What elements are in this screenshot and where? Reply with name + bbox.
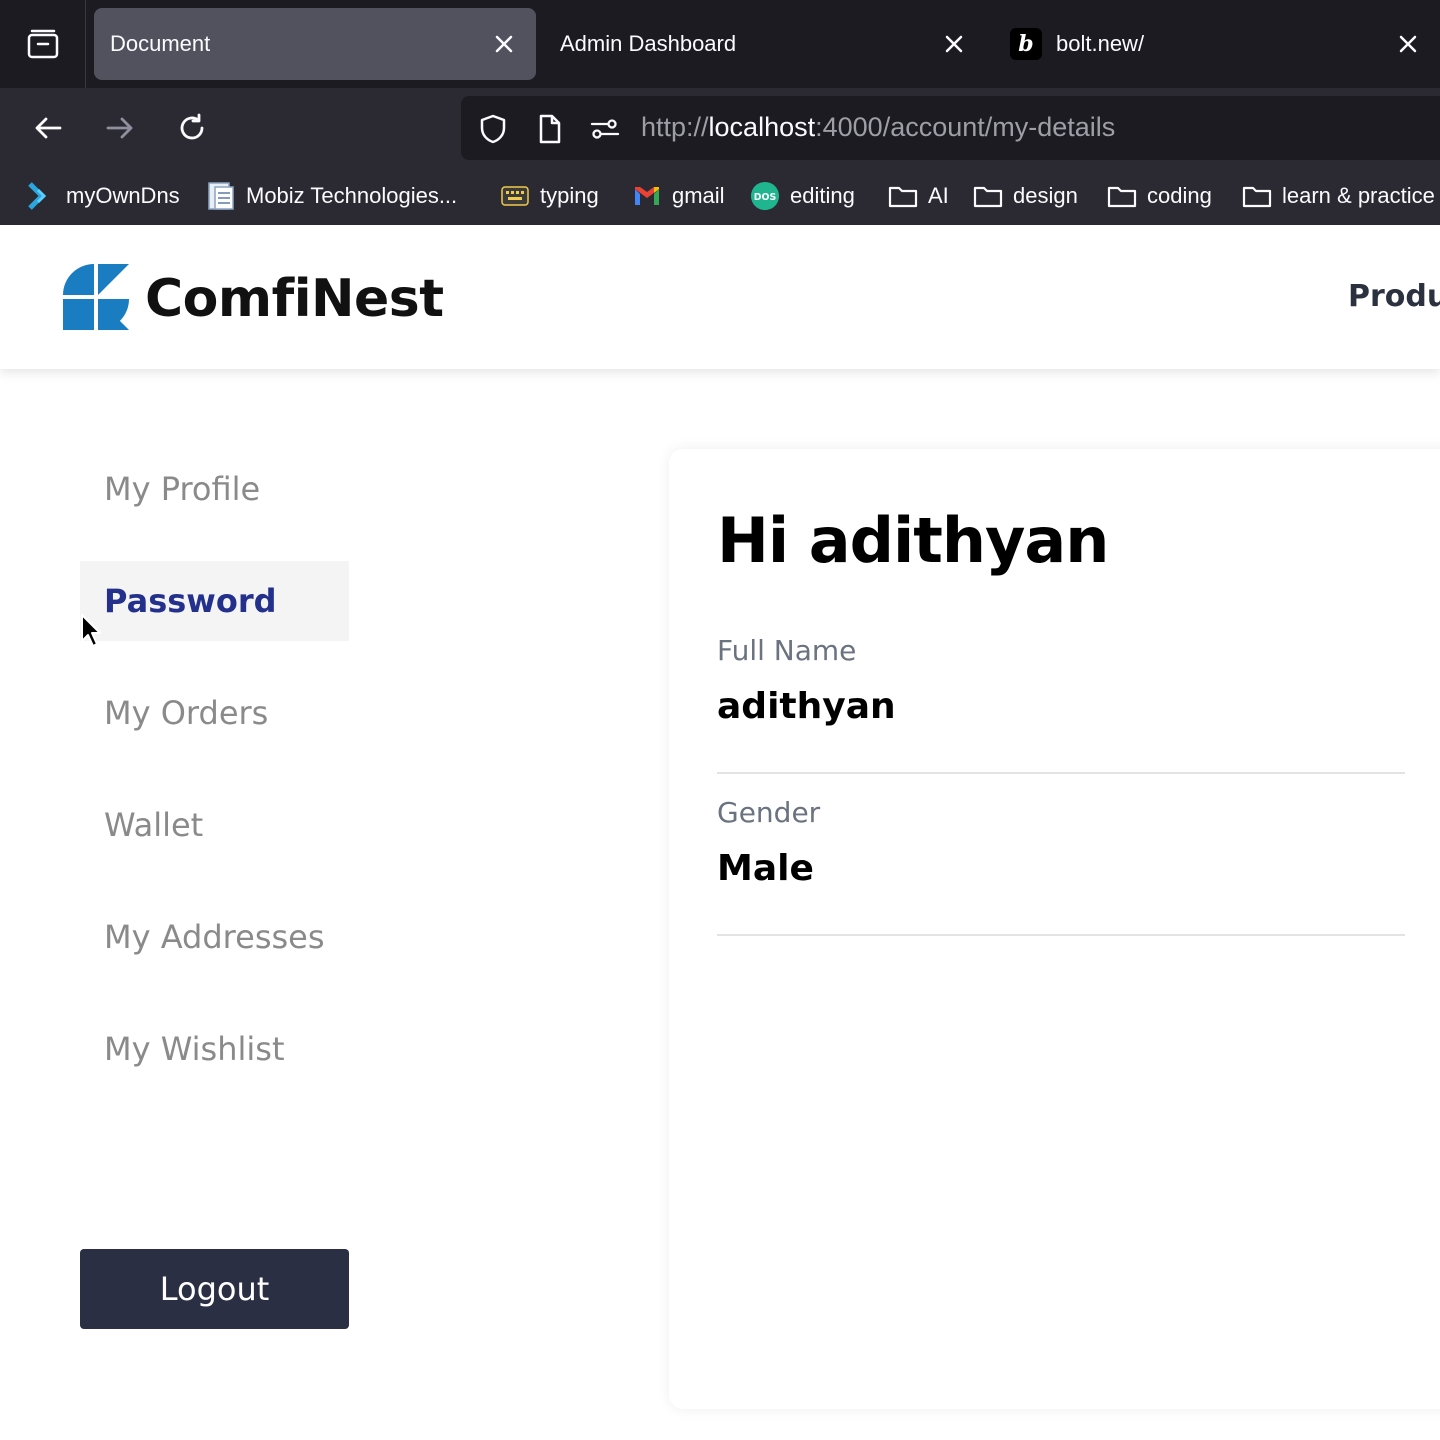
arrow-right-icon — [106, 117, 133, 139]
nav-link-products[interactable]: Produ — [1348, 279, 1440, 314]
bookmark-label: myOwnDns — [66, 183, 180, 208]
field-label: Gender — [717, 796, 821, 829]
bookmark-editing[interactable]: DOS editing — [750, 178, 855, 214]
arrow-logo-icon — [26, 181, 56, 211]
reload-icon — [180, 113, 204, 140]
field-label: Full Name — [717, 634, 857, 667]
tab-document[interactable]: Document — [94, 8, 536, 80]
tab-bar: Document Admin Dashboard b bolt.new/ — [0, 0, 1440, 88]
url-text[interactable]: http://localhost:4000/account/my-details — [641, 112, 1115, 143]
tab-overview-icon — [27, 29, 58, 59]
sidebar-item-my-profile[interactable]: My Profile — [80, 449, 349, 529]
bookmark-folder-learn[interactable]: learn & practice — [1242, 178, 1435, 214]
sidebar-item-my-orders[interactable]: My Orders — [80, 673, 349, 753]
keyboard-icon — [500, 181, 530, 211]
close-icon[interactable] — [942, 32, 966, 56]
svg-text:DOS: DOS — [754, 192, 777, 203]
sidebar-item-my-addresses[interactable]: My Addresses — [80, 897, 349, 977]
sidebar-item-wallet[interactable]: Wallet — [80, 785, 349, 865]
logout-button[interactable]: Logout — [80, 1249, 349, 1329]
bookmark-label: typing — [540, 183, 599, 208]
brand-name[interactable]: ComfiNest — [145, 269, 444, 329]
url-scheme: http:// — [641, 112, 709, 142]
page-title: Hi adithyan — [717, 504, 1109, 577]
field-value: adithyan — [717, 686, 896, 727]
profile-card: Hi adithyan Full Name adithyan Gender Ma… — [669, 449, 1440, 1409]
site-header: ComfiNest Produ — [0, 225, 1440, 369]
folder-icon — [888, 181, 918, 211]
bookmarks-toolbar: myOwnDns Mobiz Technologies... typing gm… — [0, 168, 1440, 225]
mouse-cursor-icon — [81, 614, 101, 647]
forward-button[interactable] — [100, 108, 140, 148]
permissions-button[interactable] — [588, 112, 622, 146]
bookmark-mobiz[interactable]: Mobiz Technologies... — [206, 178, 457, 214]
page-icon — [539, 114, 561, 144]
navigation-toolbar: http://localhost:4000/account/my-details — [0, 88, 1440, 168]
close-icon[interactable] — [1396, 32, 1420, 56]
bookmark-folder-ai[interactable]: AI — [888, 178, 949, 214]
bookmark-label: AI — [928, 183, 949, 208]
reload-button[interactable] — [172, 108, 212, 148]
bookmark-label: learn & practice — [1282, 183, 1435, 208]
bookmark-folder-design[interactable]: design — [973, 178, 1078, 214]
bookmark-folder-coding[interactable]: coding — [1107, 178, 1212, 214]
tab-overview-button[interactable] — [0, 0, 86, 88]
folder-icon — [1242, 181, 1272, 211]
document-icon — [206, 181, 236, 211]
comfinest-logo-icon[interactable] — [63, 264, 129, 330]
bookmark-label: coding — [1147, 183, 1212, 208]
bolt-favicon-icon: b — [1010, 28, 1042, 60]
bookmark-label: design — [1013, 183, 1078, 208]
shield-icon — [480, 114, 506, 144]
tab-title: bolt.new/ — [1056, 31, 1145, 56]
sidebar-item-password[interactable]: Password — [80, 561, 349, 641]
tab-title: Document — [110, 31, 211, 56]
tab-title: Admin Dashboard — [560, 31, 737, 56]
back-button[interactable] — [28, 108, 68, 148]
sliders-icon — [590, 119, 620, 139]
tab-admin-dashboard[interactable]: Admin Dashboard — [544, 8, 986, 80]
bookmark-myowndns[interactable]: myOwnDns — [26, 178, 180, 214]
url-bar[interactable]: http://localhost:4000/account/my-details — [461, 96, 1440, 160]
sidebar-item-my-wishlist[interactable]: My Wishlist — [80, 1009, 349, 1089]
tab-bolt[interactable]: b bolt.new/ — [994, 8, 1440, 80]
gender-field: Gender Male — [717, 796, 1405, 936]
folder-icon — [973, 181, 1003, 211]
tracking-protection-button[interactable] — [476, 112, 510, 146]
bookmark-label: gmail — [672, 183, 725, 208]
bookmark-label: Mobiz Technologies... — [246, 183, 458, 208]
gmail-icon — [632, 181, 662, 211]
bookmark-label: editing — [790, 183, 855, 208]
full-name-field: Full Name adithyan — [717, 634, 1405, 774]
page-info-button[interactable] — [532, 112, 566, 146]
bookmark-gmail[interactable]: gmail — [632, 178, 725, 214]
bookmark-typing[interactable]: typing — [500, 178, 599, 214]
dos-icon: DOS — [750, 181, 780, 211]
folder-icon — [1107, 181, 1137, 211]
url-host: localhost — [708, 112, 816, 142]
url-path: :4000/account/my-details — [815, 112, 1116, 142]
close-icon[interactable] — [492, 32, 516, 56]
arrow-left-icon — [35, 117, 62, 139]
field-value: Male — [717, 848, 814, 889]
